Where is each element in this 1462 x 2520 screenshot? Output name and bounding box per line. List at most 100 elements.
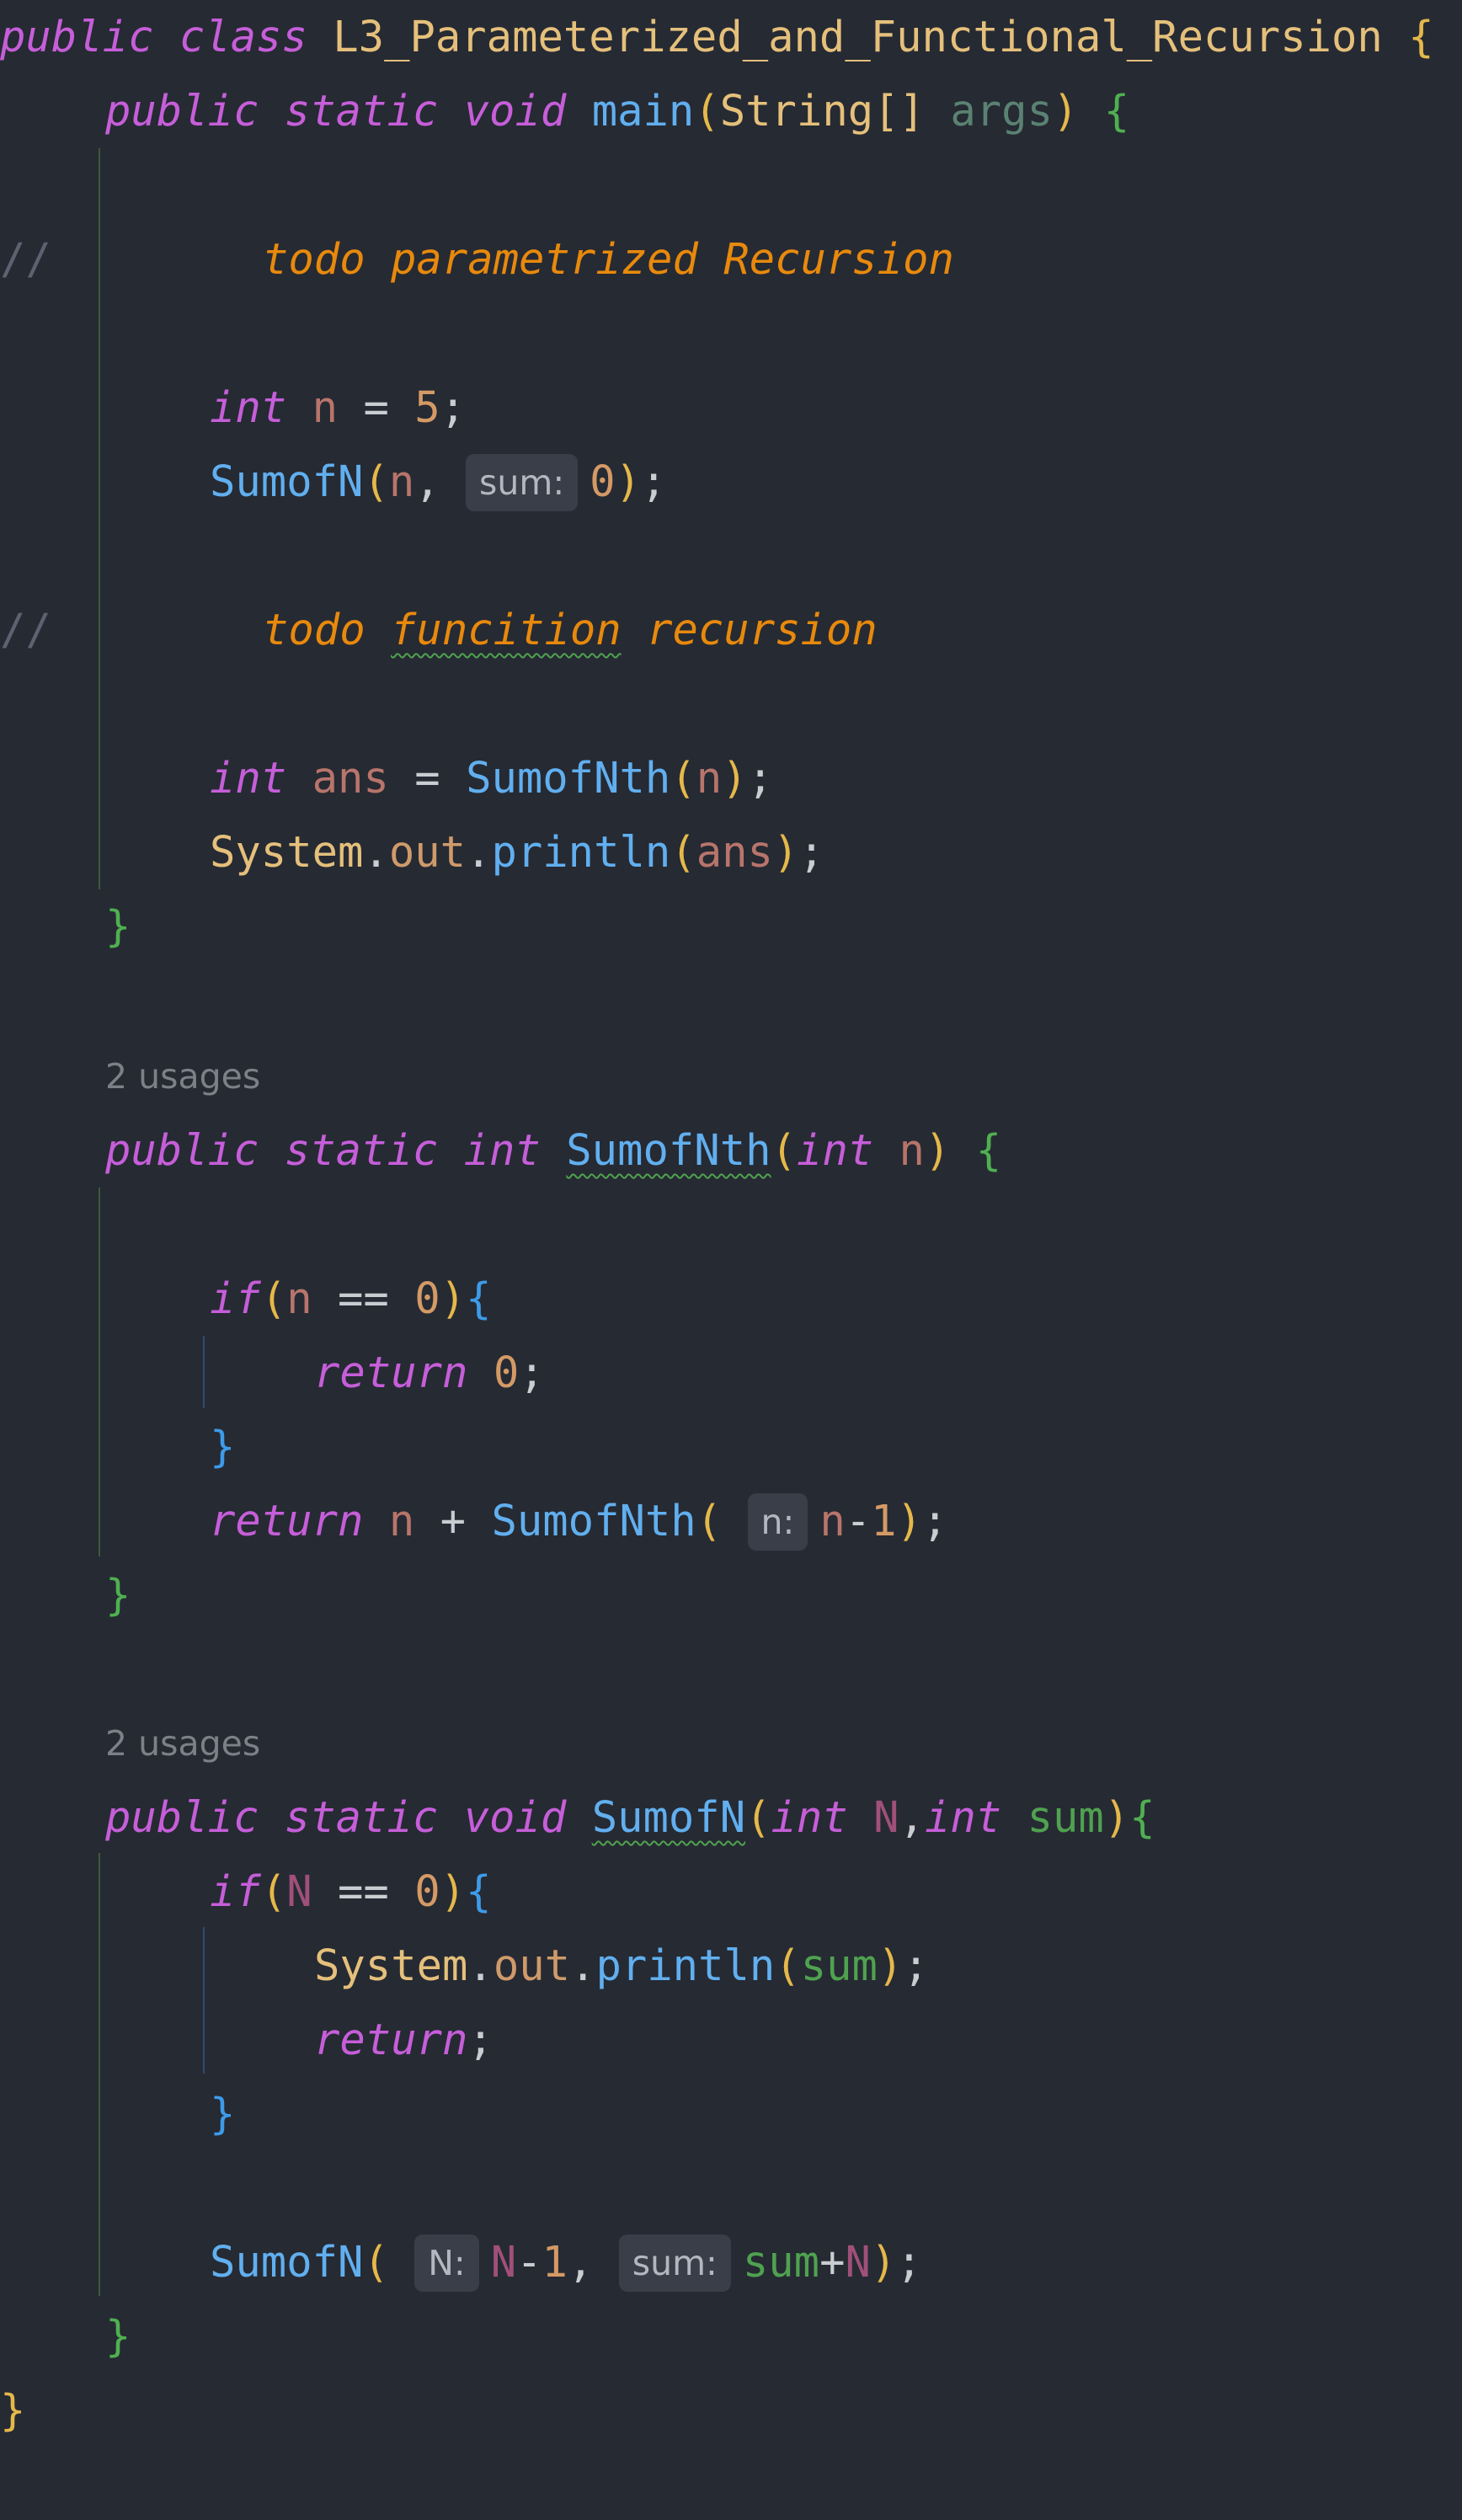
keyword-if: if [210, 1273, 261, 1323]
comma: , [414, 456, 467, 506]
code-line-class-declaration: public class L3_Parameterized_and_Functi… [0, 0, 1434, 74]
code-line-sumofnth-close: } [105, 1558, 131, 1632]
paren-open: ( [745, 1792, 771, 1842]
arg-sum: sum [800, 1941, 878, 1990]
method-name-sumofnth: SumofNth [566, 1125, 771, 1175]
arg-N: N [845, 2237, 871, 2287]
literal-5: 5 [414, 382, 440, 432]
keyword-if: if [210, 1866, 261, 1916]
param-args: args [950, 86, 1053, 136]
param-N: N [873, 1792, 899, 1842]
call-sumofnth: SumofNth [466, 753, 671, 803]
code-editor[interactable]: public class L3_Parameterized_and_Functi… [0, 0, 1462, 2520]
semicolon: ; [440, 382, 467, 432]
param-sum: sum [1027, 1792, 1104, 1842]
code-line-return-void: return; [314, 2003, 494, 2077]
sumofnth-close-brace: } [105, 1570, 131, 1620]
class-name: L3_Parameterized_and_Functional_Recursio… [333, 12, 1383, 61]
arg-n: n [388, 456, 415, 506]
comment-slashes: // [0, 605, 51, 654]
if-open-brace: { [466, 1866, 492, 1916]
paren-close: ) [924, 1125, 951, 1175]
field-out: out [388, 827, 467, 877]
main-open-brace: { [1103, 86, 1130, 136]
operator-assign: = [363, 382, 389, 432]
keyword-return: return [314, 2015, 468, 2064]
semicolon: ; [640, 456, 667, 506]
keyword-int: int [463, 1125, 541, 1175]
var-n: n [388, 1496, 415, 1546]
keyword-public: public [0, 12, 154, 61]
sumofnth-open-brace: { [975, 1125, 1002, 1175]
paren-open: ( [771, 1125, 797, 1175]
paren-close: ) [440, 1866, 467, 1916]
paren-open: ( [363, 456, 389, 506]
code-line-int-n: int n = 5; [210, 371, 466, 445]
keyword-void: void [463, 1792, 567, 1842]
keyword-return: return [314, 1348, 468, 1397]
literal-1: 1 [871, 1496, 897, 1546]
code-line-if2-close: } [210, 2077, 235, 2151]
paren-close: ) [877, 1941, 904, 1990]
comma: , [899, 1792, 925, 1842]
keyword-static: static [284, 1792, 439, 1842]
class-open-brace: { [1408, 12, 1434, 61]
param-n: n [899, 1125, 925, 1175]
paren-close: ) [440, 1273, 467, 1323]
paren-open: ( [696, 1496, 723, 1546]
operator-eq: == [338, 1866, 389, 1916]
method-println: println [491, 827, 671, 877]
todo-comment-c: recursion [621, 605, 878, 654]
code-line-return-recursive: return n + SumofNth( n: n-1); [210, 1484, 947, 1558]
arg-ans: ans [696, 827, 773, 877]
indent-guide-sumofn [99, 1853, 100, 2296]
dot: . [466, 827, 492, 877]
arg-n: n [819, 1496, 846, 1546]
literal-0: 0 [493, 1348, 520, 1397]
code-line-main-close: } [105, 889, 131, 964]
call-sumofn: SumofN [210, 456, 364, 506]
semicolon: ; [921, 1496, 948, 1546]
todo-comment-parametrized: todo parametrized Recursion [263, 234, 954, 284]
dot: . [467, 1941, 494, 1990]
paren-open: ( [670, 753, 696, 803]
paren-open: ( [363, 2237, 389, 2287]
inlay-hint-n: n: [747, 1492, 808, 1551]
comment-slashes: // [0, 234, 51, 284]
operator-minus: - [845, 1496, 872, 1546]
code-line-sumofn-close: } [105, 2299, 131, 2373]
code-line-println-ans: System.out.println(ans); [210, 815, 824, 889]
literal-0: 0 [590, 456, 616, 506]
usages-link-sumofn[interactable]: 2 usages [105, 1706, 260, 1781]
keyword-public: public [105, 1125, 259, 1175]
paren-open: ( [670, 827, 696, 877]
code-line-todo-parametrized: todo parametrized Recursion [263, 222, 954, 296]
class-close-brace: } [0, 2385, 26, 2435]
semicolon: ; [747, 753, 773, 803]
method-name-sumofn: SumofN [591, 1792, 746, 1842]
field-out: out [493, 1941, 571, 1990]
operator-assign: = [414, 753, 440, 803]
paren-open: ( [694, 86, 720, 136]
if-close-brace: } [210, 2089, 236, 2138]
code-line-if-n: if(n == 0){ [210, 1262, 491, 1336]
call-sumofn: SumofN [210, 2237, 364, 2287]
paren-open: ( [260, 1273, 287, 1323]
code-line-sumofnth-signature: public static int SumofNth(int n) { [105, 1113, 1001, 1188]
comment-prefix: // [0, 593, 51, 667]
keyword-return: return [210, 1496, 364, 1546]
paren-close: ) [870, 2237, 897, 2287]
operator-eq: == [338, 1273, 389, 1323]
method-name-main: main [591, 86, 695, 136]
literal-1: 1 [542, 2237, 568, 2287]
code-line-println-sum: System.out.println(sum); [314, 1929, 929, 2003]
paren-close: ) [772, 827, 799, 877]
code-line-int-ans: int ans = SumofNth(n); [210, 741, 773, 815]
usages-link-sumofnth[interactable]: 2 usages [105, 1039, 260, 1113]
indent-guide-if-1 [203, 1336, 205, 1408]
inlay-hint-N: N: [414, 2234, 479, 2292]
paren-close: ) [896, 1496, 922, 1546]
inlay-hint-sum: sum: [618, 2234, 731, 2292]
code-line-if-N: if(N == 0){ [210, 1855, 491, 1929]
semicolon: ; [519, 1348, 545, 1397]
